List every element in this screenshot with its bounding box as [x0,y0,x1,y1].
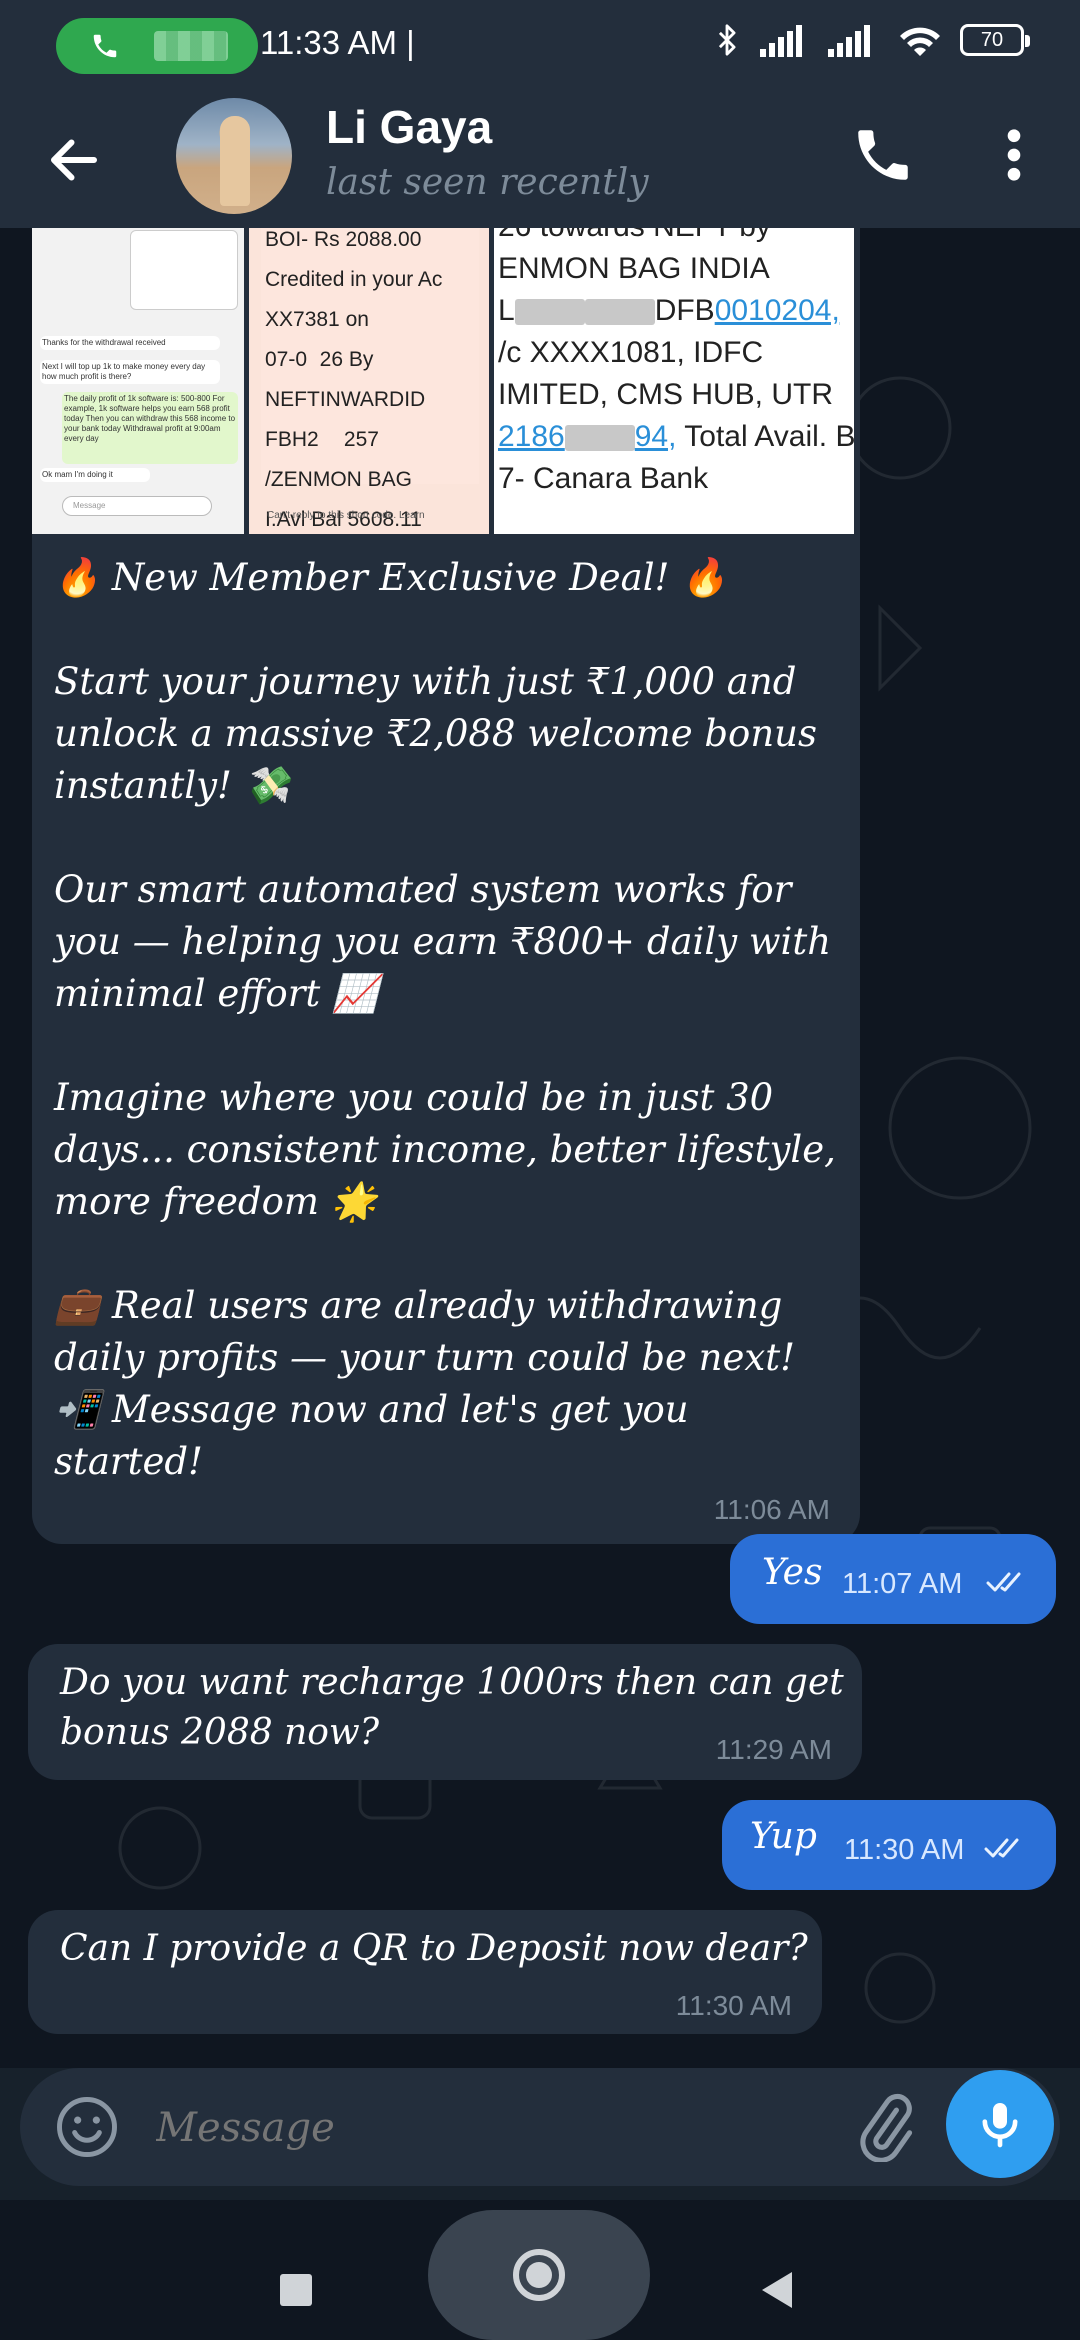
emoji-button[interactable] [54,2094,120,2160]
message-time: 11:30 AM [844,1834,965,1866]
arrow-left-icon [51,139,97,181]
system-navigation-bar [0,2200,1080,2340]
contact-status: last seen recently [326,162,649,203]
smiley-icon [57,2097,117,2157]
more-options-button[interactable] [994,122,1034,188]
bank-sms-text: 26 towards NEFT by ENMON BAG INDIA L DFB0… [498,228,854,500]
double-check-icon [984,1838,1019,1858]
message-composer [20,2068,1060,2186]
message-bubble-incoming[interactable]: Can I provide a QR to Deposit now dear? … [28,1910,822,2034]
bank-text-line: IMITED, CMS HUB, UTR [498,378,833,411]
signal-icon [760,25,802,57]
bank-text-line: Total Avail. Bal [684,420,854,453]
microphone-icon [982,2103,1018,2148]
media-thumbnail-sms[interactable]: BOI- Rs 2088.00 Credited in your Ac XX73… [249,228,489,534]
signal-icon [828,25,870,57]
message-bubble-incoming[interactable]: Do you want recharge 1000rs then can get… [28,1644,862,1780]
wifi-icon [900,27,940,56]
bank-text-link[interactable]: 0010204, [715,294,840,327]
home-button[interactable] [428,2210,650,2340]
double-check-icon [986,1572,1021,1592]
message-text: Yup [750,1816,817,1857]
more-vertical-icon [1007,129,1021,181]
contact-name[interactable]: Li Gaya [326,100,492,154]
thumb-text: Thanks for the withdrawal received [40,336,220,350]
message-bubble-incoming[interactable]: Thanks for the withdrawal received Next … [32,228,860,1544]
blurred-text [514,299,585,326]
message-text: 🔥 New Member Exclusive Deal! 🔥 Start you… [54,556,836,1483]
sms-footer: Can't reply to this short code. Learn [267,510,425,521]
chat-area[interactable]: Thanks for the withdrawal received Next … [0,228,1080,2068]
voice-call-button[interactable] [850,122,916,188]
status-time: 11:33 AM | [260,24,415,61]
message-time: 11:29 AM [715,1734,832,1765]
message-bubble-outgoing[interactable]: Yes 11:07 AM [730,1534,1056,1624]
media-album[interactable]: Thanks for the withdrawal received Next … [32,228,860,534]
home-dot-icon [526,2262,552,2288]
sms-text: BOI- Rs 2088.00 Credited in your Ac XX73… [261,228,479,531]
bluetooth-icon [718,24,736,56]
bank-text-line: /c XXXX1081, IDFC [498,336,764,369]
message-input[interactable] [156,2098,796,2158]
thumb-text: Next I will top up 1k to make money ever… [40,360,220,384]
chat-header: Li Gaya last seen recently [0,92,1080,228]
thumb-card [130,230,238,310]
thumb-text: Message [62,496,212,516]
thumb-text: The daily profit of 1k software is: 500-… [62,392,238,464]
avatar-figure [220,116,250,206]
thumb-text: Ok mam I'm doing it [40,468,150,482]
bank-text-link[interactable]: 94, [635,420,677,453]
message-time: 11:07 AM [842,1568,963,1600]
bank-text-link[interactable]: 2186 [498,420,565,453]
blurred-text [584,299,655,326]
ongoing-call-pill[interactable] [56,18,258,74]
voice-record-button[interactable] [946,2070,1054,2178]
bank-text-line: L [498,294,515,327]
back-button[interactable] [44,130,104,190]
bank-text-line: 7- Canara Bank [498,462,709,495]
message-bubble-outgoing[interactable]: Yup 11:30 AM [722,1800,1056,1890]
media-thumbnail-chat-screenshot[interactable]: Thanks for the withdrawal received Next … [32,228,244,534]
avatar[interactable] [176,98,292,214]
battery-indicator: 70 [960,24,1030,56]
paperclip-icon [860,2093,913,2163]
bank-text-line: 26 towards NEFT by [498,228,771,243]
recents-button[interactable] [280,2274,312,2306]
media-thumbnail-bank-sms[interactable]: 26 towards NEFT by ENMON BAG INDIA L DFB0… [494,228,854,534]
phone-icon [858,130,908,180]
message-time: 11:06 AM [713,1494,830,1525]
status-bar: 11:33 AM | 70 [0,0,1080,92]
message-text: Yes [762,1552,823,1593]
status-icons: 70 [710,20,1030,60]
message-text: Can I provide a QR to Deposit now dear? [60,1928,808,1969]
phone-icon [93,34,117,58]
blurred-text [564,425,635,452]
bank-text-line: ENMON BAG INDIA [498,252,770,285]
bank-text-line: DFB [654,294,715,327]
blurred-caller [154,31,228,61]
back-nav-button[interactable] [762,2272,792,2308]
attach-button[interactable] [848,2090,920,2163]
message-time: 11:30 AM [675,1990,792,2021]
